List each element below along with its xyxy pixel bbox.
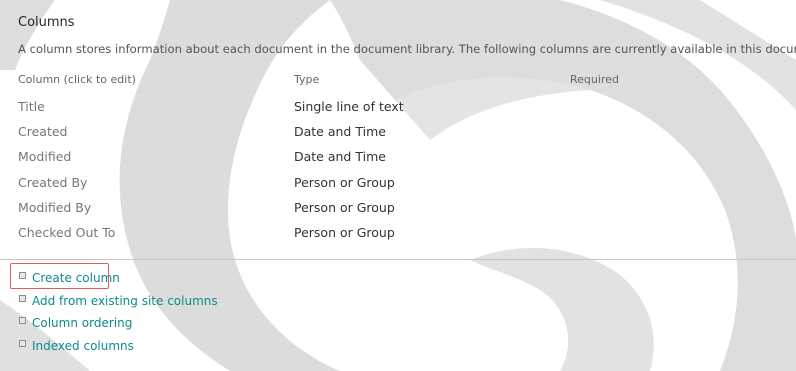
square-bullet-icon — [19, 339, 26, 347]
indexed-columns-label[interactable]: Indexed columns — [32, 339, 134, 353]
column-ordering-link[interactable]: Column ordering — [19, 314, 132, 332]
section-description: A column stores information about each d… — [18, 42, 796, 56]
header-column-name: Column (click to edit) — [18, 73, 136, 86]
add-existing-site-columns-label[interactable]: Add from existing site columns — [32, 294, 218, 308]
indexed-columns-link[interactable]: Indexed columns — [19, 337, 134, 355]
header-required: Required — [570, 73, 619, 86]
header-type: Type — [294, 73, 320, 86]
column-type: Person or Group — [294, 175, 395, 190]
page: Columns A column stores information abou… — [0, 0, 796, 371]
section-divider — [0, 259, 796, 260]
column-type: Person or Group — [294, 200, 395, 215]
square-bullet-icon — [19, 316, 26, 324]
column-type: Single line of text — [294, 99, 404, 114]
column-type: Person or Group — [294, 225, 395, 240]
section-title: Columns — [18, 15, 75, 30]
add-existing-site-columns-link[interactable]: Add from existing site columns — [19, 292, 218, 310]
highlight-annotation — [10, 263, 109, 289]
column-name-link[interactable]: Modified — [18, 149, 71, 164]
column-name-link[interactable]: Created — [18, 124, 67, 139]
column-type: Date and Time — [294, 124, 386, 139]
column-name-link[interactable]: Checked Out To — [18, 225, 115, 240]
columns-section: Columns A column stores information abou… — [0, 0, 796, 371]
square-bullet-icon — [19, 294, 26, 302]
column-name-link[interactable]: Title — [18, 99, 45, 114]
column-type: Date and Time — [294, 149, 386, 164]
column-ordering-label[interactable]: Column ordering — [32, 316, 132, 330]
column-name-link[interactable]: Created By — [18, 175, 87, 190]
column-name-link[interactable]: Modified By — [18, 200, 91, 215]
